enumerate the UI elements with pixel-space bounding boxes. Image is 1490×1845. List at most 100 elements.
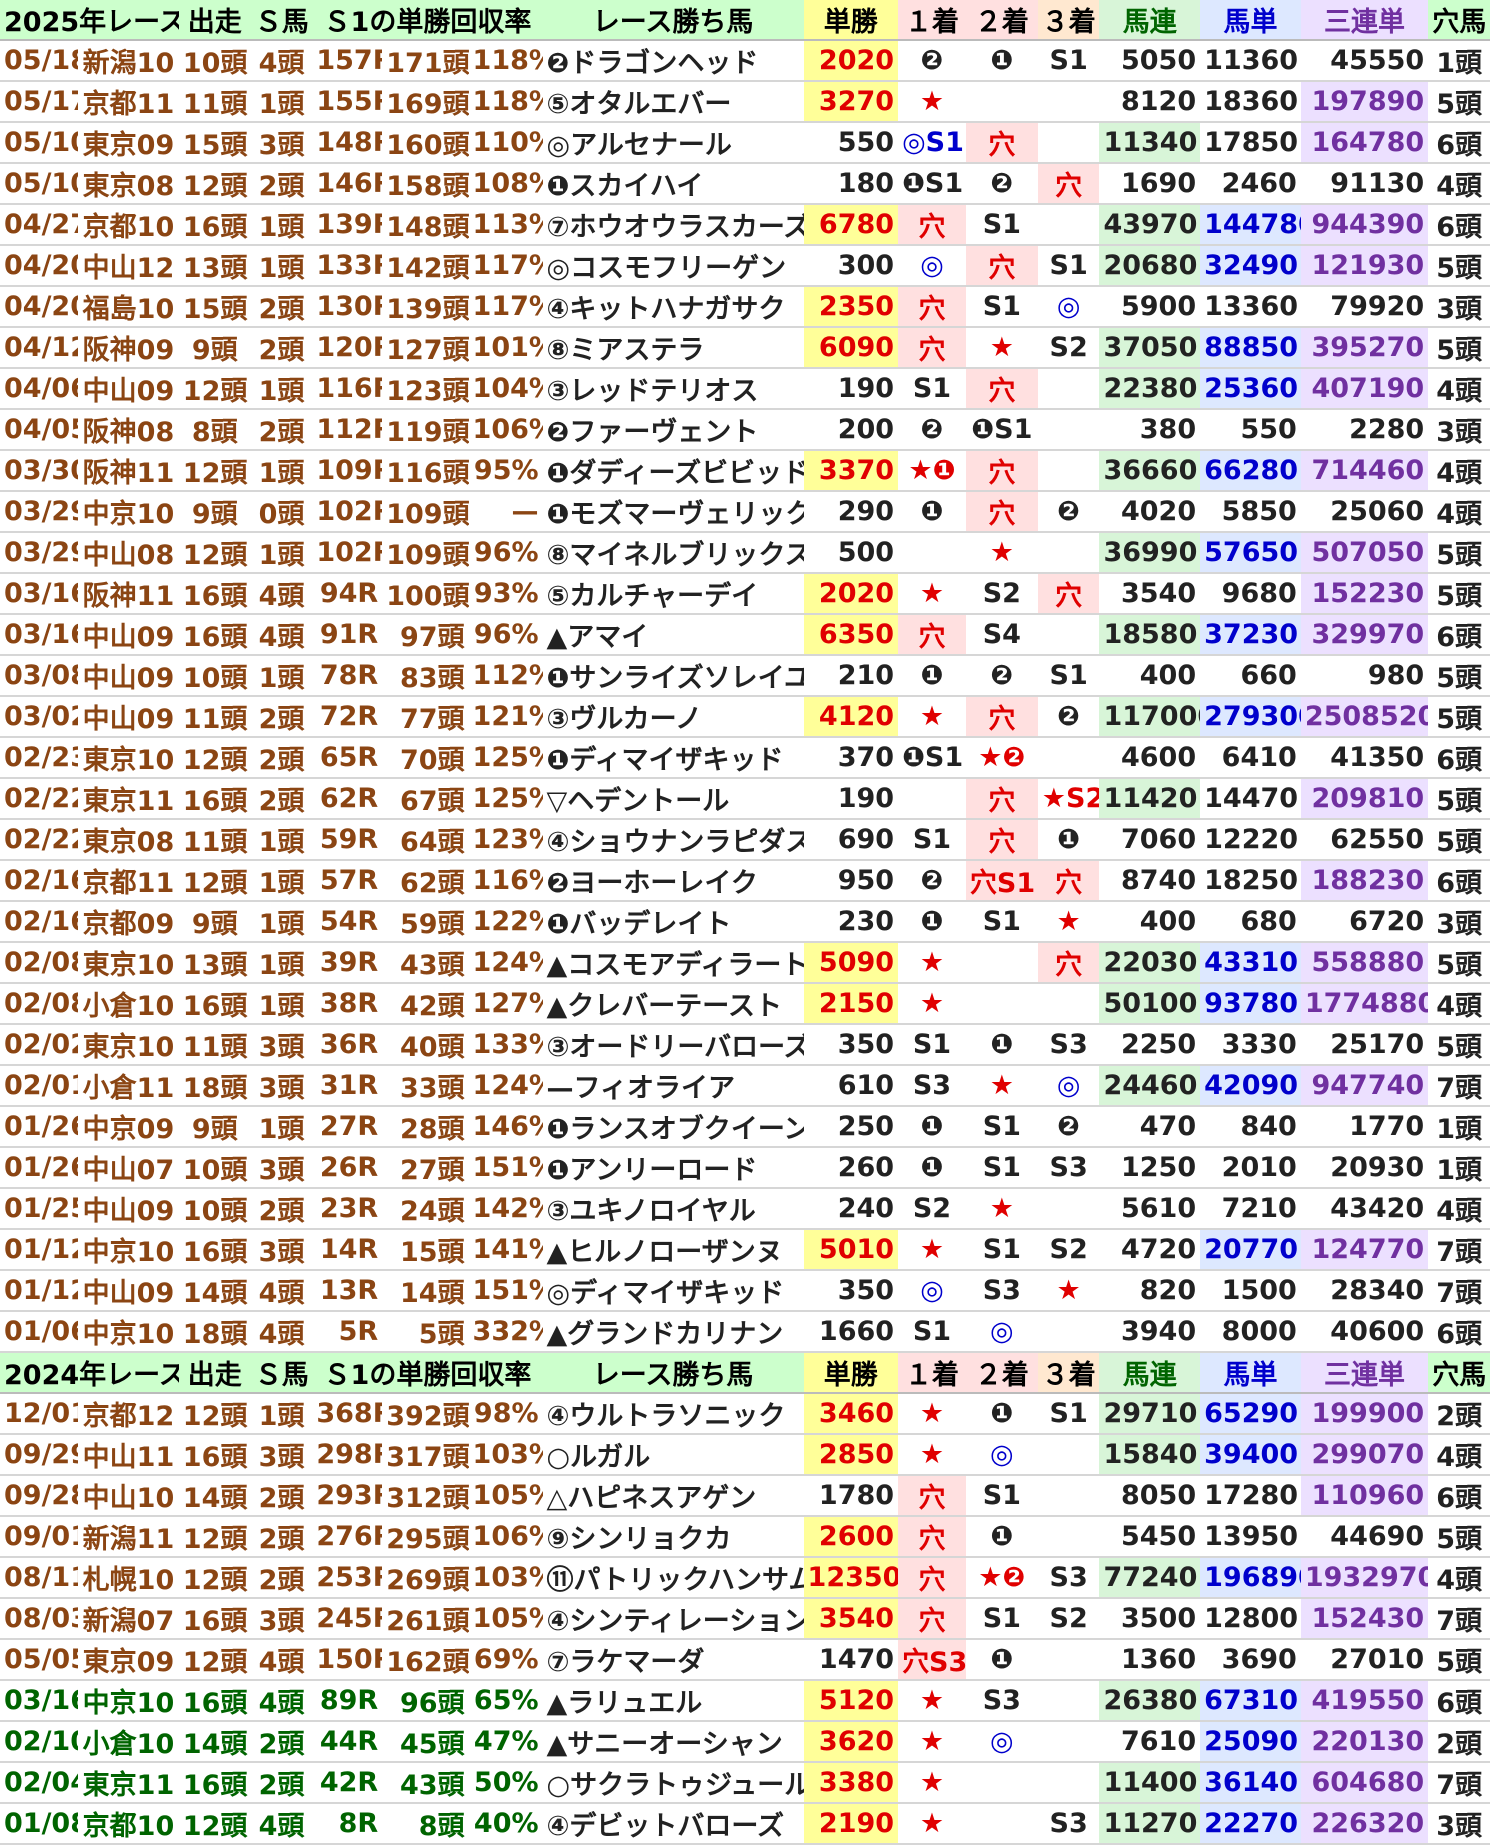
runners-count: 12頭: [178, 1516, 251, 1558]
sanrentan-payout: 110960: [1300, 1475, 1429, 1517]
anauma-count: 7頭: [1428, 1065, 1490, 1107]
s1-race-count: 102R: [312, 491, 383, 533]
first-mark: ❶: [898, 1147, 966, 1189]
first-mark: 穴: [898, 286, 966, 328]
sanrentan-payout: 714460: [1300, 450, 1429, 492]
race-course: 京都10: [78, 1803, 179, 1845]
first-mark: ★: [898, 696, 966, 738]
s1-return-rate: 40%: [468, 1803, 543, 1845]
anauma-count: 1頭: [1428, 1147, 1490, 1189]
second-mark: S1: [965, 1475, 1038, 1517]
sanrentan-payout: 2508520: [1300, 696, 1429, 738]
runners-count: 12頭: [178, 1803, 251, 1845]
header-tosu: 出走: [178, 0, 251, 41]
winner-name: ❶ダディーズビビッド: [542, 450, 804, 492]
s-horse-count: 4頭: [250, 1803, 313, 1845]
runners-count: 9頭: [178, 901, 251, 943]
umaren-payout: 11270: [1099, 1803, 1201, 1845]
umatan-payout: 6410: [1200, 737, 1301, 779]
anauma-count: 7頭: [1428, 1598, 1490, 1640]
tansho-payout: 500: [803, 532, 899, 574]
winner-name: ⑧ミアステラ: [542, 327, 804, 369]
s1-race-count: 54R: [312, 901, 383, 943]
s1-race-count: 245R: [312, 1598, 383, 1640]
race-course: 東京08: [78, 163, 179, 205]
race-date: 04/20: [0, 286, 79, 328]
race-date: 09/01: [0, 1516, 79, 1558]
tansho-payout: 610: [803, 1065, 899, 1107]
s-horse-count: 2頭: [250, 778, 313, 820]
s-horse-count: 4頭: [250, 1311, 313, 1353]
s1-return-rate: 65%: [468, 1680, 543, 1722]
second-mark: S3: [965, 1680, 1038, 1722]
s1-race-count: 133R: [312, 245, 383, 287]
s1-return-rate: 116%: [468, 860, 543, 902]
runners-count: 13頭: [178, 942, 251, 984]
umatan-payout: 840: [1200, 1106, 1301, 1148]
anauma-count: 5頭: [1428, 245, 1490, 287]
second-mark: ★❷: [965, 1557, 1038, 1599]
tansho-payout: 6780: [803, 204, 899, 246]
second-mark: [965, 1803, 1038, 1845]
second-mark: [965, 1762, 1038, 1804]
anauma-count: 4頭: [1428, 368, 1490, 410]
race-course: 新潟11: [78, 1516, 179, 1558]
third-mark: S1: [1037, 1393, 1100, 1435]
tansho-payout: 1660: [803, 1311, 899, 1353]
s1-return-rate: 117%: [468, 286, 543, 328]
s1-head-count: 43頭: [382, 1762, 469, 1804]
third-mark: S2: [1037, 327, 1100, 369]
sanrentan-payout: 419550: [1300, 1680, 1429, 1722]
s1-race-count: 42R: [312, 1762, 383, 1804]
race-course: 阪神09: [78, 327, 179, 369]
s1-return-rate: 118%: [468, 81, 543, 123]
s1-return-rate: 117%: [468, 245, 543, 287]
race-date: 01/12: [0, 1229, 79, 1271]
race-course: 福島10: [78, 286, 179, 328]
s1-race-count: 23R: [312, 1188, 383, 1230]
first-mark: S1: [898, 368, 966, 410]
tansho-payout: 350: [803, 1024, 899, 1066]
third-mark: [1037, 204, 1100, 246]
winner-name: ❶バッデレイト: [542, 901, 804, 943]
third-mark: [1037, 1516, 1100, 1558]
s1-return-rate: 125%: [468, 737, 543, 779]
umaren-payout: 26380: [1099, 1680, 1201, 1722]
s1-head-count: 14頭: [382, 1270, 469, 1312]
third-mark: S2: [1037, 1229, 1100, 1271]
umaren-payout: 7610: [1099, 1721, 1201, 1763]
runners-count: 16頭: [178, 1434, 251, 1476]
second-mark: ❶: [965, 40, 1038, 82]
anauma-count: 6頭: [1428, 737, 1490, 779]
race-date: 02/16: [0, 860, 79, 902]
runners-count: 16頭: [178, 614, 251, 656]
table-row: 04/05阪神088頭2頭112R119頭106%❷ファーヴェント200❷❶S1…: [0, 409, 1490, 451]
s1-race-count: 57R: [312, 860, 383, 902]
s1-race-count: 39R: [312, 942, 383, 984]
s-horse-count: 1頭: [250, 204, 313, 246]
first-mark: ★: [898, 1721, 966, 1763]
tansho-payout: 2850: [803, 1434, 899, 1476]
umaren-payout: 3500: [1099, 1598, 1201, 1640]
table-row: 04/20中山1213頭1頭133R142頭117%◎コスモフリーゲン300◎穴…: [0, 245, 1490, 287]
winner-name: ⑧マイネルブリックス: [542, 532, 804, 574]
s-horse-count: 1頭: [250, 655, 313, 697]
race-date: 02/04: [0, 1762, 79, 1804]
s1-return-rate: 96%: [468, 614, 543, 656]
anauma-count: 4頭: [1428, 1557, 1490, 1599]
tansho-payout: 550: [803, 122, 899, 164]
sanrentan-payout: 79920: [1300, 286, 1429, 328]
tansho-payout: 690: [803, 819, 899, 861]
tansho-payout: 3620: [803, 1721, 899, 1763]
anauma-count: 3頭: [1428, 901, 1490, 943]
header-3rd: ３着: [1037, 1352, 1100, 1394]
sanrentan-payout: 62550: [1300, 819, 1429, 861]
s1-race-count: 112R: [312, 409, 383, 451]
s1-return-rate: 112%: [468, 655, 543, 697]
sanrentan-payout: 407190: [1300, 368, 1429, 410]
anauma-count: 4頭: [1428, 1434, 1490, 1476]
first-mark: 穴: [898, 327, 966, 369]
s-horse-count: 3頭: [250, 1024, 313, 1066]
s1-race-count: 59R: [312, 819, 383, 861]
third-mark: [1037, 1311, 1100, 1353]
